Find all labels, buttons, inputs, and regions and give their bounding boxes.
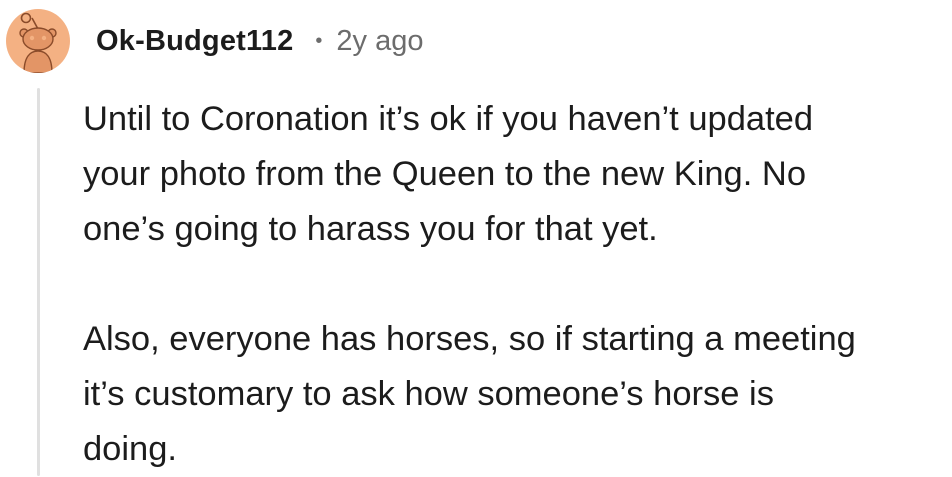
text-line: your photo from the Queen to the new Kin… (83, 155, 807, 193)
comment-paragraph: Until to Coronation it’s ok if you haven… (83, 92, 952, 257)
thread-line[interactable] (37, 88, 40, 476)
comment-paragraph: Also, everyone has horses, so if startin… (83, 312, 952, 477)
separator-dot: • (315, 30, 323, 52)
comment: Ok-Budget112 • 2y ago Until to Coronatio… (0, 0, 952, 476)
text-line: Also, everyone has horses, so if startin… (83, 320, 856, 358)
avatar[interactable] (6, 9, 70, 73)
text-line: it’s customary to ask how someone’s hors… (83, 375, 774, 413)
text-line: doing. (83, 430, 177, 468)
text-line: one’s going to harass you for that yet. (83, 210, 658, 248)
reddit-snoo-avatar-icon (19, 12, 57, 73)
comment-body: Until to Coronation it’s ok if you haven… (83, 92, 952, 477)
username[interactable]: Ok-Budget112 (96, 25, 293, 58)
timestamp: 2y ago (336, 24, 424, 57)
text-line: Until to Coronation it’s ok if you haven… (83, 100, 814, 138)
comment-header: Ok-Budget112 • 2y ago (6, 8, 424, 74)
